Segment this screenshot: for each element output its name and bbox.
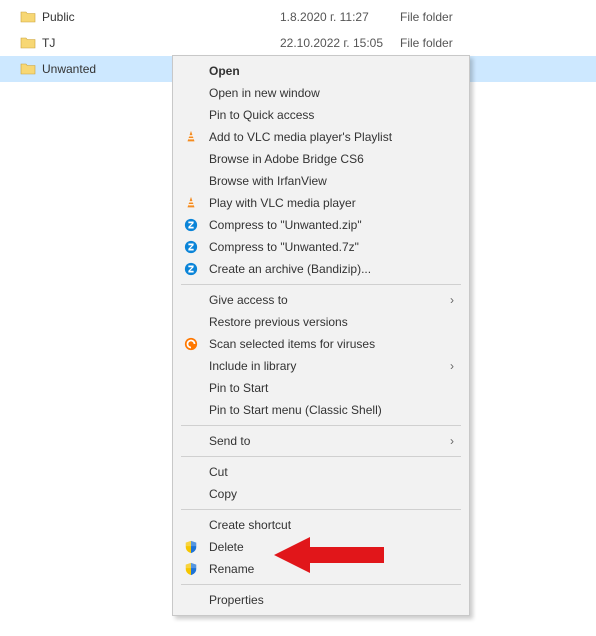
uac-shield-icon bbox=[181, 559, 201, 579]
file-type: File folder bbox=[400, 10, 520, 24]
menu-vlc-add-playlist[interactable]: Add to VLC media player's Playlist bbox=[173, 126, 469, 148]
menu-include-in-library[interactable]: Include in library › bbox=[173, 355, 469, 377]
menu-label: Give access to bbox=[209, 293, 447, 307]
menu-browse-irfanview[interactable]: Browse with IrfanView bbox=[173, 170, 469, 192]
folder-icon bbox=[20, 9, 36, 25]
menu-compress-zip[interactable]: Compress to "Unwanted.zip" bbox=[173, 214, 469, 236]
menu-label: Pin to Quick access bbox=[209, 108, 457, 122]
blank-icon bbox=[181, 462, 201, 482]
menu-compress-7z[interactable]: Compress to "Unwanted.7z" bbox=[173, 236, 469, 258]
menu-label: Delete bbox=[209, 540, 457, 554]
blank-icon bbox=[181, 431, 201, 451]
menu-label: Browse with IrfanView bbox=[209, 174, 457, 188]
menu-label: Open bbox=[209, 64, 457, 78]
file-date: 22.10.2022 г. 15:05 bbox=[280, 36, 400, 50]
menu-open[interactable]: Open bbox=[173, 60, 469, 82]
menu-label: Compress to "Unwanted.zip" bbox=[209, 218, 457, 232]
chevron-right-icon: › bbox=[447, 434, 457, 448]
menu-label: Pin to Start menu (Classic Shell) bbox=[209, 403, 457, 417]
chevron-right-icon: › bbox=[447, 293, 457, 307]
blank-icon bbox=[181, 61, 201, 81]
menu-separator bbox=[181, 509, 461, 510]
file-name: Public bbox=[42, 10, 75, 24]
folder-icon bbox=[20, 61, 36, 77]
menu-label: Copy bbox=[209, 487, 457, 501]
menu-properties[interactable]: Properties bbox=[173, 589, 469, 611]
menu-label: Browse in Adobe Bridge CS6 bbox=[209, 152, 457, 166]
menu-label: Restore previous versions bbox=[209, 315, 457, 329]
menu-delete[interactable]: Delete bbox=[173, 536, 469, 558]
menu-scan-for-viruses[interactable]: Scan selected items for viruses bbox=[173, 333, 469, 355]
menu-pin-to-start[interactable]: Pin to Start bbox=[173, 377, 469, 399]
menu-label: Send to bbox=[209, 434, 447, 448]
vlc-icon bbox=[181, 193, 201, 213]
menu-label: Cut bbox=[209, 465, 457, 479]
menu-separator bbox=[181, 425, 461, 426]
vlc-icon bbox=[181, 127, 201, 147]
menu-label: Create shortcut bbox=[209, 518, 457, 532]
blank-icon bbox=[181, 378, 201, 398]
blank-icon bbox=[181, 400, 201, 420]
context-menu: Open Open in new window Pin to Quick acc… bbox=[172, 55, 470, 616]
menu-label: Compress to "Unwanted.7z" bbox=[209, 240, 457, 254]
menu-cut[interactable]: Cut bbox=[173, 461, 469, 483]
bandizip-icon bbox=[181, 215, 201, 235]
menu-restore-previous-versions[interactable]: Restore previous versions bbox=[173, 311, 469, 333]
menu-separator bbox=[181, 584, 461, 585]
file-row-tj[interactable]: TJ 22.10.2022 г. 15:05 File folder bbox=[0, 30, 596, 56]
blank-icon bbox=[181, 83, 201, 103]
menu-label: Scan selected items for viruses bbox=[209, 337, 457, 351]
blank-icon bbox=[181, 356, 201, 376]
menu-label: Properties bbox=[209, 593, 457, 607]
blank-icon bbox=[181, 515, 201, 535]
uac-shield-icon bbox=[181, 537, 201, 557]
menu-label: Pin to Start bbox=[209, 381, 457, 395]
menu-pin-quick-access[interactable]: Pin to Quick access bbox=[173, 104, 469, 126]
menu-separator bbox=[181, 284, 461, 285]
avast-icon bbox=[181, 334, 201, 354]
blank-icon bbox=[181, 149, 201, 169]
chevron-right-icon: › bbox=[447, 359, 457, 373]
menu-label: Play with VLC media player bbox=[209, 196, 457, 210]
menu-vlc-play[interactable]: Play with VLC media player bbox=[173, 192, 469, 214]
menu-label: Open in new window bbox=[209, 86, 457, 100]
menu-rename[interactable]: Rename bbox=[173, 558, 469, 580]
bandizip-icon bbox=[181, 259, 201, 279]
menu-open-new-window[interactable]: Open in new window bbox=[173, 82, 469, 104]
file-type: File folder bbox=[400, 36, 520, 50]
menu-send-to[interactable]: Send to › bbox=[173, 430, 469, 452]
menu-label: Rename bbox=[209, 562, 457, 576]
menu-create-shortcut[interactable]: Create shortcut bbox=[173, 514, 469, 536]
menu-label: Include in library bbox=[209, 359, 447, 373]
menu-give-access-to[interactable]: Give access to › bbox=[173, 289, 469, 311]
blank-icon bbox=[181, 312, 201, 332]
folder-icon bbox=[20, 35, 36, 51]
blank-icon bbox=[181, 290, 201, 310]
menu-copy[interactable]: Copy bbox=[173, 483, 469, 505]
menu-label: Add to VLC media player's Playlist bbox=[209, 130, 457, 144]
menu-label: Create an archive (Bandizip)... bbox=[209, 262, 457, 276]
menu-pin-to-start-classic[interactable]: Pin to Start menu (Classic Shell) bbox=[173, 399, 469, 421]
file-date: 1.8.2020 г. 11:27 bbox=[280, 10, 400, 24]
blank-icon bbox=[181, 171, 201, 191]
menu-browse-adobe-bridge[interactable]: Browse in Adobe Bridge CS6 bbox=[173, 148, 469, 170]
blank-icon bbox=[181, 590, 201, 610]
bandizip-icon bbox=[181, 237, 201, 257]
file-name: TJ bbox=[42, 36, 55, 50]
menu-create-archive-bandizip[interactable]: Create an archive (Bandizip)... bbox=[173, 258, 469, 280]
blank-icon bbox=[181, 105, 201, 125]
file-name: Unwanted bbox=[42, 62, 96, 76]
file-row-public[interactable]: Public 1.8.2020 г. 11:27 File folder bbox=[0, 4, 596, 30]
menu-separator bbox=[181, 456, 461, 457]
blank-icon bbox=[181, 484, 201, 504]
